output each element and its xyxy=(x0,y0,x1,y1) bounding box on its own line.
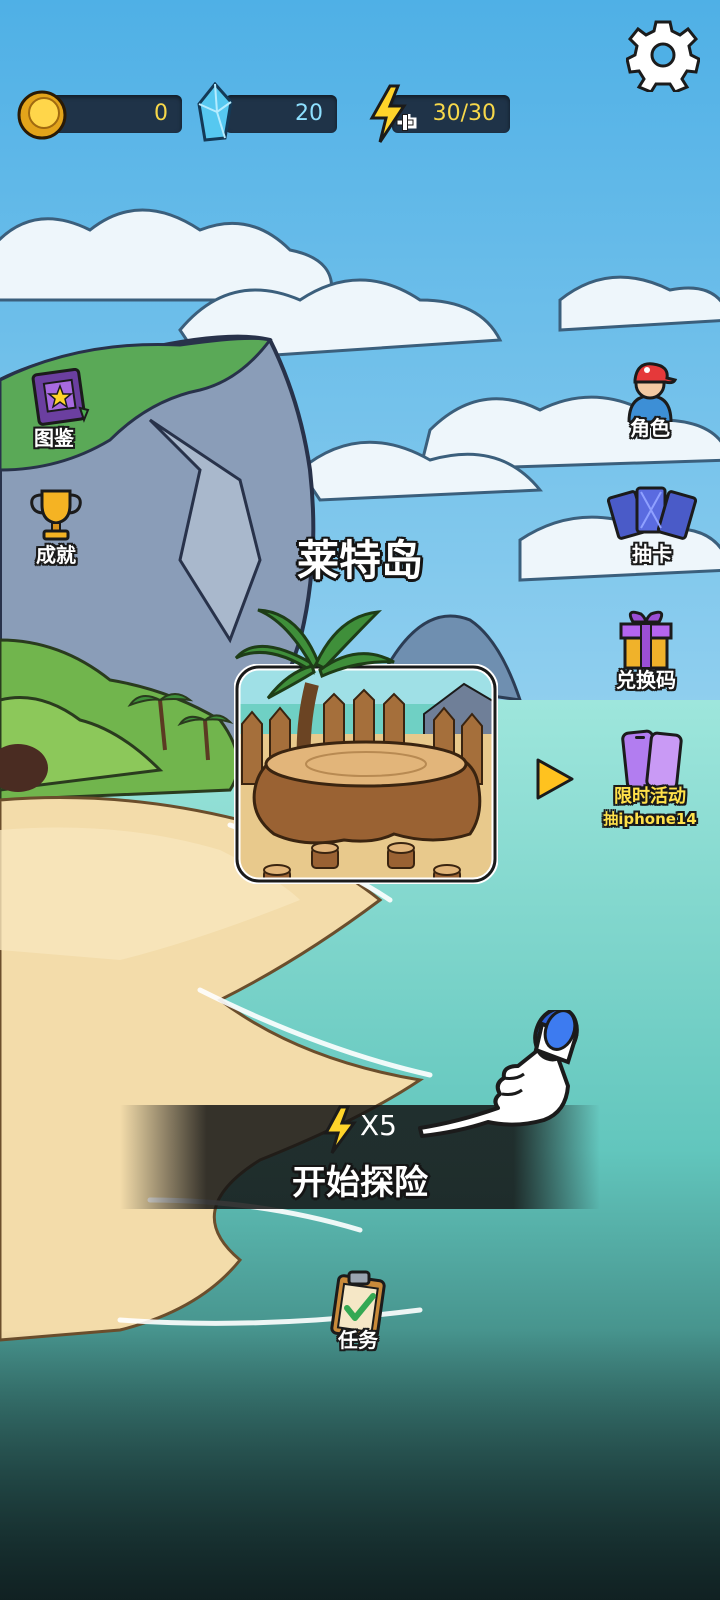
island-card[interactable] xyxy=(233,608,499,885)
tasks-button[interactable]: 任务 xyxy=(312,1268,404,1353)
palm-leaves-image xyxy=(234,608,395,700)
event-label: 限时活动 xyxy=(614,786,686,807)
gem-bar: 20 xyxy=(225,95,337,133)
redeem-code-button[interactable]: 兑换码 xyxy=(600,606,692,693)
arrow-right-icon[interactable] xyxy=(532,756,578,802)
start-adventure-label: 开始探险 xyxy=(292,1163,428,1203)
book-icon xyxy=(31,367,90,426)
lightning-plus-icon[interactable] xyxy=(368,84,418,144)
gem-value: 20 xyxy=(295,101,323,126)
codex-button[interactable]: 图鉴 xyxy=(8,367,100,451)
event-sub-label: 抽iphone14 xyxy=(603,810,697,828)
crystal-icon xyxy=(197,82,233,142)
event-button[interactable]: 限时活动 抽iphone14 xyxy=(590,728,710,829)
energy-cost-label: X5 xyxy=(360,1109,397,1142)
draw-card-button[interactable]: 抽卡 xyxy=(606,484,698,567)
energy-counter[interactable]: 30/30 xyxy=(368,84,518,144)
phone-icon xyxy=(621,729,683,791)
coin-value: 0 xyxy=(154,101,168,126)
gift-box-icon xyxy=(619,610,673,670)
lightning-icon xyxy=(323,1105,357,1154)
character-button[interactable]: 角色 xyxy=(604,356,696,441)
settings-button[interactable] xyxy=(625,18,701,94)
island-title: 莱特岛 xyxy=(296,536,423,585)
achievements-button[interactable]: 成就 xyxy=(10,485,102,568)
trophy-icon xyxy=(30,489,82,541)
cards-icon xyxy=(606,486,698,540)
gear-icon xyxy=(625,20,701,94)
coin-icon xyxy=(17,90,67,140)
coin-counter: 0 xyxy=(16,88,182,140)
pointing-hand-icon xyxy=(418,1010,579,1138)
gem-counter: 20 xyxy=(195,82,345,142)
energy-value: 30/30 xyxy=(432,101,496,126)
